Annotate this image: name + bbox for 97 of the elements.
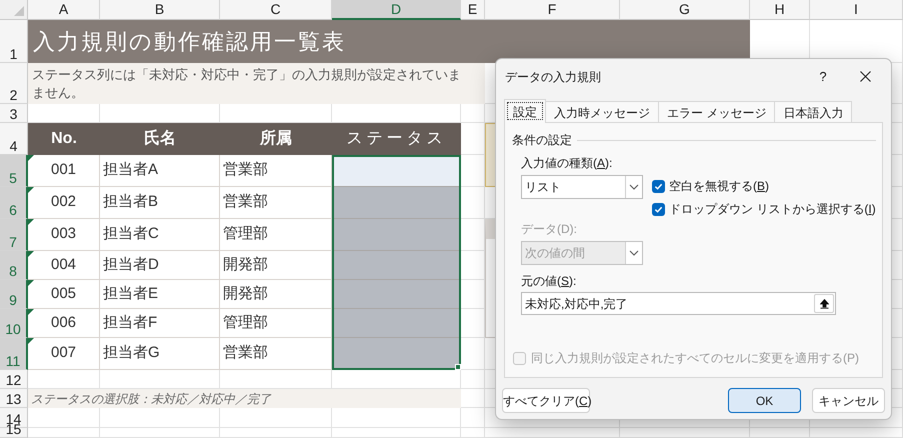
row-header[interactable]: 13 [0,389,28,408]
table-cell: 001 [28,155,100,187]
field-label: データ(D): [521,221,577,238]
row-header[interactable]: 9 [0,280,28,309]
table-cell: 担当者D [100,251,220,280]
row-header[interactable]: 8 [0,251,28,280]
dialog-button[interactable]: キャンセル [812,388,885,413]
row-header[interactable]: 2 [0,63,28,104]
status-cell[interactable] [332,251,461,280]
select-all-corner[interactable] [0,0,28,20]
sheet-title: 入力規則の動作確認用一覧表 [28,20,750,63]
table-header-cell: No. [28,123,100,155]
status-cell[interactable] [332,219,461,251]
row-header[interactable]: 7 [0,219,28,251]
row-header[interactable]: 10 [0,309,28,338]
group-label: 条件の設定 [512,132,572,149]
column-header[interactable]: C [220,0,332,20]
table-cell: 担当者G [100,338,220,370]
column-header[interactable]: A [28,0,100,20]
description-text: ません。 [32,84,84,102]
table-header-cell: 氏名 [100,123,220,155]
worksheet-cell[interactable] [810,428,903,438]
help-button[interactable]: ? [803,62,843,92]
dialog-button[interactable]: OK [728,388,801,413]
table-cell: 006 [28,309,100,338]
row-header[interactable]: 11 [0,338,28,370]
checkbox-label[interactable]: 空白を無視する(B) [669,177,770,195]
tab[interactable]: 日本語入力 [775,101,852,123]
note-text: ステータスの選択肢：未対応／対応中／完了 [31,390,271,408]
table-header-cell: ステータス [332,123,461,155]
row-header[interactable]: 6 [0,187,28,219]
status-cell[interactable] [332,309,461,338]
table-cell: 担当者B [100,187,220,219]
worksheet-cell[interactable] [620,428,750,438]
corner-triangle-icon [14,6,24,16]
table-cell: 003 [28,219,100,251]
table-cell: 担当者F [100,309,220,338]
table-cell: 担当者C [100,219,220,251]
field-label: 入力値の種類(A): [521,155,612,171]
status-cell[interactable] [332,280,461,309]
row-header[interactable]: 3 [0,104,28,123]
worksheet-cell[interactable] [332,428,461,438]
worksheet-cell[interactable] [100,428,220,438]
table-cell: 営業部 [220,338,332,370]
table-cell: 担当者A [100,155,220,187]
table-cell: 管理部 [220,309,332,338]
worksheet-cell[interactable] [220,428,332,438]
check-icon [654,204,663,214]
table-cell: 開発部 [220,251,332,280]
source-field[interactable]: 未対応,対応中,完了 [521,292,836,315]
worksheet-cell[interactable] [461,408,485,428]
worksheet-cell[interactable] [461,187,485,219]
dialog-button[interactable]: すべてクリア(C) [502,388,590,413]
tab[interactable]: エラー メッセージ [659,101,776,123]
table-cell: 007 [28,338,100,370]
table-cell: 002 [28,187,100,219]
tab[interactable]: 入力時メッセージ [546,101,659,123]
column-header[interactable]: H [750,0,810,20]
status-cell[interactable] [332,187,461,219]
field-label: 元の値(S): [521,273,576,289]
row-header[interactable]: 5 [0,155,28,187]
table-cell: 004 [28,251,100,280]
table-cell: 管理部 [220,219,332,251]
row-header[interactable]: 1 [0,20,28,63]
worksheet-cell[interactable] [750,428,810,438]
checkbox[interactable] [652,202,665,216]
allow-dropdown[interactable]: リスト [521,175,643,199]
close-icon [860,71,870,82]
table-cell: 営業部 [220,155,332,187]
column-header[interactable]: F [485,0,620,20]
table-cell: 営業部 [220,187,332,219]
status-cell[interactable] [332,155,461,187]
checkbox[interactable] [652,180,665,192]
worksheet-cell[interactable] [485,428,620,438]
column-header[interactable]: B [100,0,220,20]
column-header[interactable]: G [620,0,750,20]
up-arrow-icon [820,298,828,308]
table-cell: 005 [28,280,100,309]
row-header[interactable]: 12 [0,370,28,389]
column-header[interactable]: I [810,0,903,20]
table-cell: 担当者E [100,280,220,309]
worksheet-cell[interactable] [461,370,485,389]
status-cell[interactable] [332,338,461,370]
description-text: ステータス列には「未対応・対応中・完了」の入力規則が設定されていま [32,66,461,84]
dialog-title: データの入力規則 [505,68,602,86]
column-header[interactable]: D [332,0,461,20]
caret-icon [629,250,639,256]
checkbox-label[interactable]: ドロップダウン リストから選択する(I) [669,200,876,218]
worksheet-cell[interactable] [461,428,485,438]
table-cell: 開発部 [220,280,332,309]
caret-icon [629,184,639,190]
row-header[interactable]: 4 [0,123,28,155]
collapse-button[interactable] [814,294,834,313]
table-header-cell: 所属 [220,123,332,155]
check-icon [654,182,663,190]
tab[interactable]: 設定 [504,99,546,123]
column-header[interactable]: E [461,0,485,20]
